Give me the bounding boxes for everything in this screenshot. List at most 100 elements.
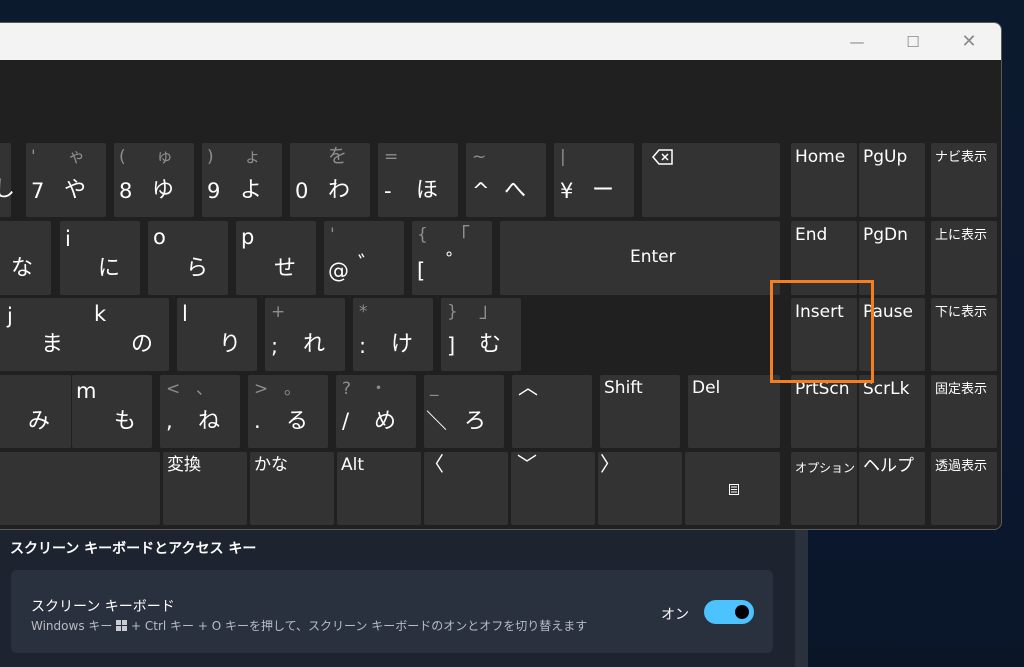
key-kana-label: ー: [592, 178, 615, 203]
card-desc-part2: + Ctrl キー + O キーを押して、スクリーン キーボードのオンとオフを切…: [127, 619, 588, 633]
key-kana-label: せ: [274, 256, 297, 281]
key-kana-label: け: [391, 332, 414, 357]
key-latin-label: 7: [31, 179, 45, 203]
key-comma[interactable]: < 、 , ね: [160, 375, 240, 448]
key-options[interactable]: オプション: [791, 452, 857, 525]
key-label: かな: [254, 455, 288, 475]
key-help[interactable]: ヘルプ: [859, 452, 925, 525]
key-rbracket[interactable]: } 」 ] む: [441, 298, 521, 371]
close-icon[interactable]: ✕: [946, 23, 992, 60]
card-title: スクリーン キーボード: [31, 599, 175, 615]
key-label: PgDn: [863, 225, 908, 245]
key-latin-label: [: [417, 259, 426, 283]
key-fade[interactable]: 透過表示: [931, 452, 997, 525]
key-m[interactable]: m も: [72, 375, 152, 448]
key-space-left[interactable]: [0, 452, 160, 525]
key-mi[interactable]: み: [0, 375, 71, 448]
key-arrow-left[interactable]: 〈: [424, 452, 508, 525]
key-na[interactable]: な: [0, 221, 51, 295]
key-at[interactable]: ' @ ゛: [324, 221, 404, 295]
key-shift-kana-label: を: [328, 145, 348, 167]
key-j[interactable]: j ま: [0, 298, 93, 371]
key-latin-label: :: [359, 334, 367, 358]
key-kana[interactable]: かな: [250, 452, 334, 525]
key-i[interactable]: i に: [60, 221, 140, 295]
key-arrow-right[interactable]: 〉: [598, 452, 682, 525]
key-shift-label: =: [384, 147, 399, 167]
card-desc-part1: Windows キー: [31, 619, 117, 633]
key-shift-kana-label: ゃ: [68, 147, 85, 167]
key-caret[interactable]: ~ ^ へ: [466, 143, 546, 217]
key-navi-display[interactable]: ナビ表示: [931, 143, 997, 217]
key-kana-label: ゜: [446, 251, 469, 276]
key-shift-label: +: [271, 302, 286, 322]
key-scrlk[interactable]: ScrLk: [859, 375, 925, 448]
key-kana-label: れ: [303, 332, 326, 357]
key-label: ヘルプ: [863, 456, 914, 476]
key-slash[interactable]: ? ・ / め: [336, 375, 416, 448]
key-yen[interactable]: | ¥ ー: [554, 143, 634, 217]
key-0[interactable]: を 0 わ: [290, 143, 370, 217]
key-backslash[interactable]: _ ＼ ろ: [424, 375, 504, 448]
key-del[interactable]: Del: [688, 375, 780, 448]
key-henkan[interactable]: 変換: [163, 452, 247, 525]
key-kana-label: る: [286, 409, 309, 434]
on-screen-keyboard-toggle[interactable]: [704, 600, 754, 624]
key-shi[interactable]: し: [0, 143, 15, 217]
key-dock[interactable]: 固定表示: [931, 375, 997, 448]
key-7[interactable]: ' ゃ 7 や: [26, 143, 106, 217]
key-bracket[interactable]: { 「 [ ゜: [412, 221, 492, 295]
toggle-label: オン: [661, 607, 689, 623]
key-latin-label: .: [254, 409, 261, 433]
key-menu[interactable]: [685, 452, 780, 525]
right-arrow-icon: 〉: [600, 452, 620, 476]
key-l[interactable]: l り: [177, 298, 257, 371]
key-minus[interactable]: = - ほ: [378, 143, 458, 217]
key-label: Shift: [604, 378, 643, 398]
card-description: Windows キー + Ctrl キー + O キーを押して、スクリーン キー…: [31, 617, 587, 634]
key-kana-label: ろ: [464, 409, 487, 434]
key-backspace[interactable]: [642, 143, 780, 217]
key-latin-label: ＼: [426, 409, 447, 433]
key-latin-label: ¥: [560, 179, 574, 203]
key-kana-label: ら: [186, 256, 209, 281]
key-9[interactable]: ) ょ 9 よ: [202, 143, 282, 217]
key-kana-label: に: [98, 256, 121, 281]
key-shift-label: <: [166, 379, 181, 399]
key-label: Home: [795, 147, 846, 167]
key-kana-label: り: [219, 332, 242, 357]
key-o[interactable]: o ら: [148, 221, 228, 295]
maximize-icon[interactable]: ☐: [890, 23, 936, 60]
key-k[interactable]: k の: [89, 298, 169, 371]
minimize-icon[interactable]: —: [834, 23, 880, 60]
key-latin-label: j: [7, 304, 13, 328]
section-title: スクリーン キーボードとアクセス キー: [10, 541, 257, 557]
key-shift-label: ~: [472, 147, 487, 167]
key-enter[interactable]: Enter: [500, 221, 780, 295]
key-colon[interactable]: * : け: [353, 298, 433, 371]
key-label: ScrLk: [863, 379, 910, 399]
key-shift-kana-label: ょ: [244, 147, 261, 167]
key-alt[interactable]: Alt: [337, 452, 421, 525]
key-kana-label: や: [64, 178, 87, 203]
key-move-down[interactable]: 下に表示: [931, 298, 997, 371]
key-arrow-down[interactable]: ﹀: [511, 452, 595, 525]
key-shift-kana-label: ・: [370, 379, 387, 399]
key-semicolon[interactable]: + ; れ: [265, 298, 345, 371]
key-home[interactable]: Home: [791, 143, 857, 217]
key-p[interactable]: p せ: [236, 221, 316, 295]
key-latin-label: @: [328, 259, 349, 283]
key-arrow-up[interactable]: ︿: [512, 375, 592, 448]
key-kana-label: ま: [41, 332, 64, 357]
key-period[interactable]: > 。 . る: [248, 375, 328, 448]
key-kana-label: も: [114, 409, 137, 434]
key-8[interactable]: ( ゅ 8 ゆ: [114, 143, 194, 217]
key-latin-label: m: [76, 379, 97, 403]
key-prtscn[interactable]: PrtScn: [791, 375, 857, 448]
key-latin-label: 8: [119, 179, 133, 203]
backspace-icon: [652, 149, 673, 165]
key-move-up[interactable]: 上に表示: [931, 221, 997, 295]
key-shift[interactable]: Shift: [600, 375, 680, 448]
key-latin-label: ^: [472, 179, 490, 203]
key-pgup[interactable]: PgUp: [859, 143, 925, 217]
